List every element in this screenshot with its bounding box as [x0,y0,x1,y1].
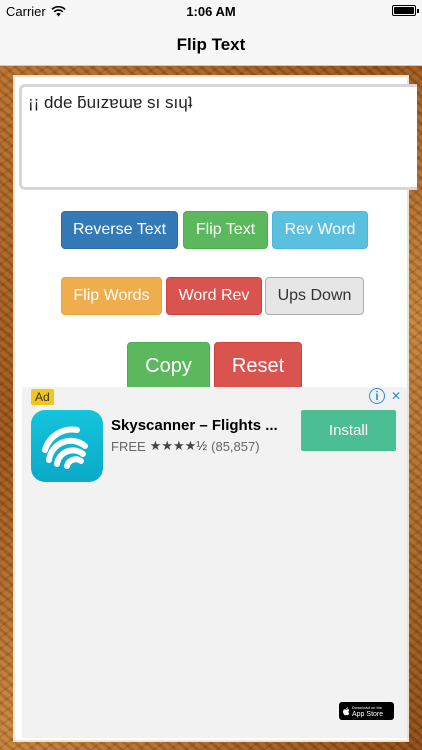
ad-badge: Ad [31,389,54,405]
ad-rating-count: (85,857) [211,438,260,454]
skyscanner-logo[interactable] [31,410,103,482]
apple-icon [343,706,350,715]
rev-word-button[interactable]: Rev Word [272,211,368,249]
reverse-text-button[interactable]: Reverse Text [61,211,178,249]
ad-rating-stars: ★★★★½ [149,438,208,453]
skyscanner-logo-art [42,426,88,469]
app-store-badge[interactable]: Download on the App Store [339,702,394,720]
battery-icon [392,5,419,16]
status-bar: Carrier 1:06 AM [0,0,422,22]
app-store-text: Download on the App Store [352,704,383,718]
app-store-small-text: Download on the [352,705,383,710]
info-icon[interactable]: i [369,388,385,404]
ad-app-name[interactable]: Skyscanner – Flights ... [111,417,278,434]
ad-app-meta: FREE ★★★★½ (85,857) [111,438,260,454]
page-title: Flip Text [176,35,246,54]
text-area-value: ¡¡ dde ƃuızɐɯɐ sı sıɥʇ [28,93,193,112]
status-time: 1:06 AM [186,4,236,19]
flip-words-button[interactable]: Flip Words [61,277,162,315]
word-rev-button[interactable]: Word Rev [166,277,262,315]
flip-text-button[interactable]: Flip Text [183,211,268,249]
app-store-big-text: App Store [352,711,384,718]
ups-down-button[interactable]: Ups Down [265,277,364,315]
wooden-frame: ¡¡ dde ƃuızɐɯɐ sı sıɥʇ Reverse Text Flip… [0,66,422,750]
copy-button[interactable]: Copy [127,342,210,390]
ad-banner[interactable]: Ad i ✕ Skyscanner – Flights ... FREE ★★★… [22,387,407,738]
navigation-bar: Flip Text [0,22,422,66]
reset-button[interactable]: Reset [214,342,302,390]
ad-choices[interactable]: i ✕ [369,388,404,404]
install-button[interactable]: Install [301,410,396,451]
close-icon[interactable]: ✕ [388,388,404,404]
flipped-text-area[interactable]: ¡¡ dde ƃuızɐɯɐ sı sıɥʇ [19,84,417,190]
content-panel: ¡¡ dde ƃuızɐɯɐ sı sıɥʇ Reverse Text Flip… [13,75,417,742]
ad-price: FREE [111,438,146,454]
